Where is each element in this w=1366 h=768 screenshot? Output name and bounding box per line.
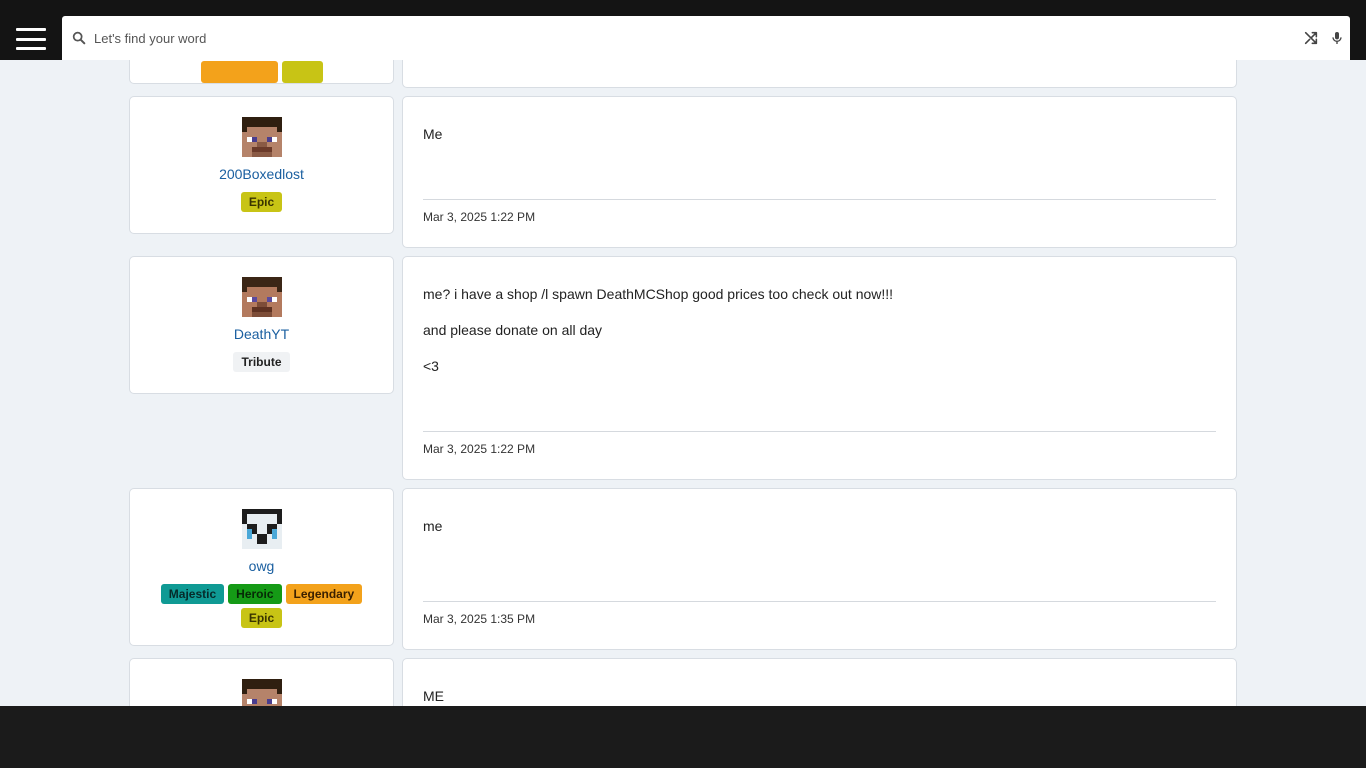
message-text: ME bbox=[423, 688, 444, 704]
badge-partial bbox=[282, 61, 323, 83]
hamburger-menu-icon[interactable] bbox=[16, 28, 46, 50]
message-timestamp: Mar 3, 2025 1:22 PM bbox=[423, 431, 1216, 456]
message-card: me? i have a shop /l spawn DeathMCShop g… bbox=[402, 256, 1237, 480]
username-link[interactable]: 200Boxedlost bbox=[130, 166, 393, 182]
message-text: Me bbox=[423, 126, 443, 142]
user-card bbox=[129, 658, 394, 706]
message-body: ME bbox=[423, 687, 1216, 706]
avatar[interactable] bbox=[241, 117, 282, 157]
message-card: ME bbox=[402, 658, 1237, 706]
message-text: <3 bbox=[423, 358, 439, 374]
badge-list: Epic bbox=[157, 192, 367, 212]
rank-badge: Majestic bbox=[160, 584, 225, 604]
message-card: Me Mar 3, 2025 1:22 PM bbox=[402, 96, 1237, 248]
message-body: Me bbox=[423, 125, 1216, 161]
thread-feed: 200Boxedlost Epic Me Mar 3, 2025 1:22 PM… bbox=[0, 0, 1366, 706]
search-input[interactable] bbox=[94, 18, 1298, 58]
top-bar bbox=[0, 0, 1366, 60]
badge-list: Majestic Heroic Legendary Epic bbox=[157, 584, 367, 628]
username-link[interactable]: DeathYT bbox=[130, 326, 393, 342]
rank-badge: Heroic bbox=[228, 584, 282, 604]
message-text: me? i have a shop /l spawn DeathMCShop g… bbox=[423, 286, 894, 302]
microphone-icon[interactable] bbox=[1324, 16, 1350, 60]
avatar[interactable] bbox=[241, 509, 282, 549]
username-link[interactable]: owg bbox=[130, 558, 393, 574]
avatar[interactable] bbox=[241, 277, 282, 317]
user-card: owg Majestic Heroic Legendary Epic bbox=[129, 488, 394, 646]
bottom-bar bbox=[0, 706, 1366, 768]
message-timestamp: Mar 3, 2025 1:22 PM bbox=[423, 199, 1216, 224]
badge-list: Tribute bbox=[157, 352, 367, 372]
search-bar bbox=[62, 16, 1350, 60]
rank-badge: Epic bbox=[240, 192, 283, 212]
badge-partial bbox=[201, 61, 278, 83]
message-text: me bbox=[423, 518, 443, 534]
user-card: DeathYT Tribute bbox=[129, 256, 394, 394]
message-timestamp: Mar 3, 2025 1:35 PM bbox=[423, 601, 1216, 626]
search-icon bbox=[64, 16, 94, 60]
rank-badge: Tribute bbox=[233, 352, 290, 372]
message-body: me bbox=[423, 517, 1216, 553]
user-card: 200Boxedlost Epic bbox=[129, 96, 394, 234]
rank-badge: Epic bbox=[240, 608, 283, 628]
avatar[interactable] bbox=[241, 679, 282, 706]
message-card: me Mar 3, 2025 1:35 PM bbox=[402, 488, 1237, 650]
rank-badge: Legendary bbox=[285, 584, 363, 604]
shuffle-icon[interactable] bbox=[1298, 16, 1324, 60]
message-text: and please donate on all day bbox=[423, 322, 603, 338]
message-body: me? i have a shop /l spawn DeathMCShop g… bbox=[423, 285, 1216, 393]
